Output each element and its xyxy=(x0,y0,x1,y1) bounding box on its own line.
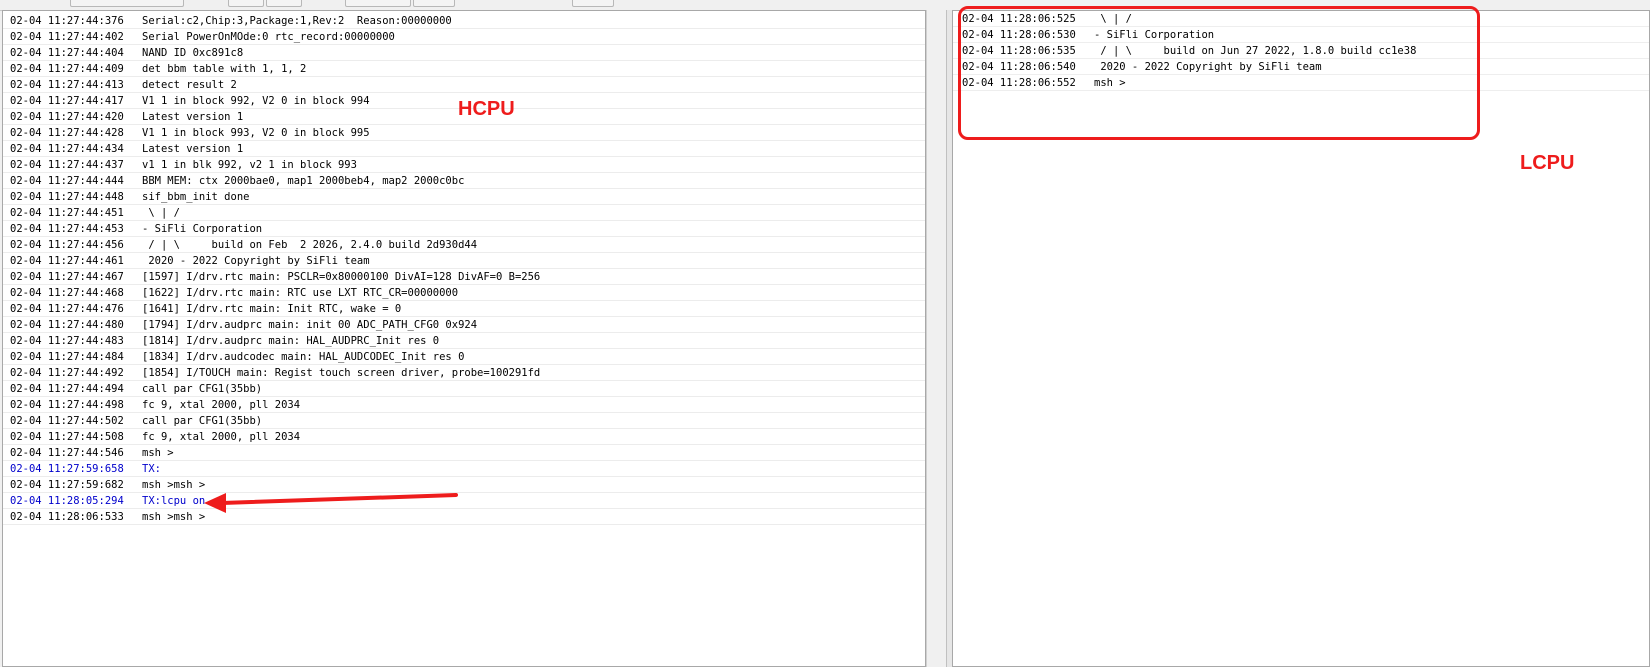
annotation-arrow xyxy=(204,493,458,513)
